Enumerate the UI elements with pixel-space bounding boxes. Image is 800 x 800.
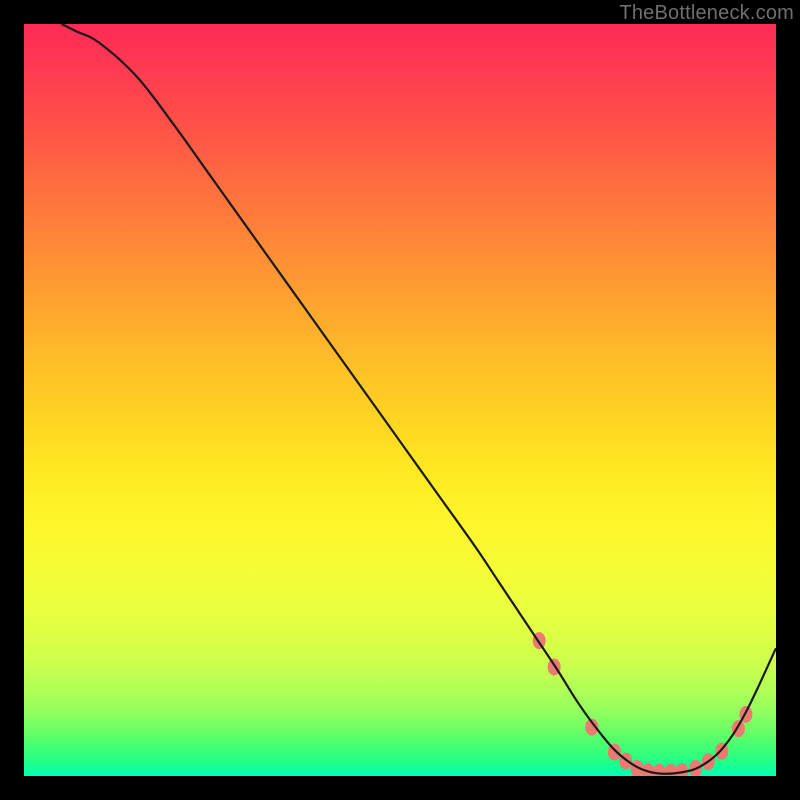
chart-svg xyxy=(24,24,776,776)
dots-layer xyxy=(533,632,753,776)
plot-area xyxy=(24,24,776,776)
watermark-text: TheBottleneck.com xyxy=(619,2,794,25)
outer-frame: TheBottleneck.com xyxy=(0,0,800,800)
bottleneck-curve xyxy=(62,24,776,774)
